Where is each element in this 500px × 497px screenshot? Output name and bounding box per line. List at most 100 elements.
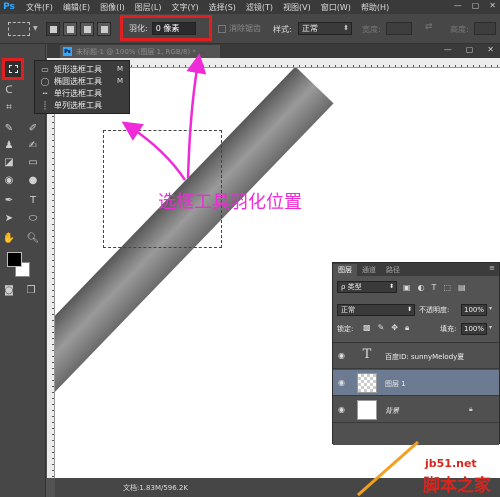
document-tab[interactable]: Ps 未标题-1 @ 100% (图层 1, RGB/8) * bbox=[60, 45, 220, 58]
minimize-icon[interactable]: — bbox=[454, 1, 462, 10]
filter-adjust-icon[interactable]: ◐ bbox=[418, 283, 425, 292]
layer-thumbnail bbox=[357, 373, 377, 393]
chevron-down-icon[interactable]: ▾ bbox=[489, 324, 492, 331]
tab-paths[interactable]: 路径 bbox=[381, 264, 405, 276]
document-tab-bar: Ps 未标题-1 @ 100% (图层 1, RGB/8) * — ▢ ✕ bbox=[47, 44, 500, 58]
eye-icon[interactable]: ◉ bbox=[338, 351, 348, 361]
maximize-icon[interactable]: ▢ bbox=[472, 1, 480, 10]
layer-row-layer1[interactable]: ◉ 图层 1 bbox=[333, 370, 499, 396]
lock-icon: 🔒︎ bbox=[469, 405, 473, 413]
width-input[interactable] bbox=[386, 22, 412, 35]
antialias-checkbox[interactable]: 消除锯齿 bbox=[218, 23, 261, 34]
layer-row-background[interactable]: ◉ 背景 🔒︎ bbox=[333, 397, 499, 423]
doc-minimize-icon[interactable]: — bbox=[444, 45, 452, 54]
filter-smart-icon[interactable]: ▤ bbox=[458, 283, 466, 292]
opacity-input[interactable]: 100% bbox=[461, 304, 487, 316]
new-selection-button[interactable] bbox=[45, 21, 60, 36]
menu-layer[interactable]: 图层(L) bbox=[135, 2, 162, 13]
flyout-item-single-column[interactable]: ┊ 单列选框工具 bbox=[35, 99, 131, 111]
zoom-icon[interactable]: 🔍︎ bbox=[26, 232, 40, 245]
ruler-vertical[interactable] bbox=[47, 68, 55, 478]
document-size-status[interactable]: 文档:1.83M/596.2K bbox=[123, 483, 188, 493]
subtract-selection-button[interactable] bbox=[79, 21, 94, 36]
menu-window[interactable]: 窗口(W) bbox=[321, 2, 351, 13]
flyout-item-single-row[interactable]: ┅ 单行选框工具 bbox=[35, 87, 131, 99]
swap-icon[interactable]: ⇄ bbox=[425, 22, 433, 32]
eraser-icon[interactable]: ◪ bbox=[2, 156, 16, 169]
flyout-item-rect-marquee[interactable]: ▭ 矩形选框工具 M bbox=[35, 63, 131, 75]
menu-type[interactable]: 文字(Y) bbox=[171, 2, 198, 13]
intersect-selection-button[interactable] bbox=[96, 21, 111, 36]
history-brush-icon[interactable]: ✍ bbox=[26, 139, 40, 152]
layer-name: 背景 bbox=[385, 407, 399, 415]
chevron-down-icon[interactable]: ▼ bbox=[33, 25, 38, 32]
antialias-label: 消除锯齿 bbox=[229, 24, 261, 33]
menu-view[interactable]: 视图(V) bbox=[283, 2, 311, 13]
blur-icon[interactable]: ◉ bbox=[2, 174, 16, 187]
flyout-item-label: 椭圆选框工具 bbox=[54, 76, 102, 86]
quick-mask-icon[interactable]: ◙ bbox=[2, 284, 16, 297]
lock-transparent-icon[interactable]: ▩ bbox=[363, 323, 371, 333]
lasso-icon[interactable]: ᑕ bbox=[2, 84, 16, 97]
flyout-item-label: 单列选框工具 bbox=[54, 100, 102, 110]
layer-name: 图层 1 bbox=[385, 380, 406, 388]
fill-input[interactable]: 100% bbox=[461, 323, 487, 335]
lock-paint-icon[interactable]: ✎ bbox=[378, 323, 385, 333]
layers-panel: 图层 通道 路径 ≡ ρ 类型 ▣ ◐ T ⬚ ▤ 正常 不透明度: 100% … bbox=[332, 262, 500, 445]
stamp-icon[interactable]: ♟ bbox=[2, 139, 16, 152]
dodge-icon[interactable]: ● bbox=[26, 174, 40, 187]
add-selection-button[interactable] bbox=[62, 21, 77, 36]
close-icon[interactable]: ✕ bbox=[489, 1, 496, 10]
hand-icon[interactable]: ✋ bbox=[2, 232, 16, 245]
layer-thumbnail bbox=[357, 400, 377, 420]
path-select-icon[interactable]: ➤ bbox=[2, 212, 16, 225]
menu-help[interactable]: 帮助(H) bbox=[361, 2, 389, 13]
layer-name: 百度ID: sunnyMelody夏 bbox=[385, 353, 465, 361]
layer-kind-select[interactable]: ρ 类型 bbox=[337, 281, 397, 293]
document-icon: Ps bbox=[63, 47, 72, 56]
flyout-item-ellipse-marquee[interactable]: ◯ 椭圆选框工具 M bbox=[35, 75, 131, 87]
lock-move-icon[interactable]: ✥ bbox=[391, 323, 398, 333]
marquee-tool[interactable] bbox=[2, 58, 24, 80]
layers-list: ◉ T 百度ID: sunnyMelody夏 ◉ 图层 1 ◉ 背景 🔒︎ bbox=[333, 342, 499, 445]
eye-icon[interactable]: ◉ bbox=[338, 405, 348, 415]
foreground-color[interactable] bbox=[7, 252, 22, 267]
blend-mode-select[interactable]: 正常 bbox=[337, 304, 415, 316]
new-selection-icon bbox=[49, 25, 57, 33]
feather-highlight-box: 羽化: 0 像素 bbox=[120, 15, 212, 41]
menu-filter[interactable]: 滤镜(T) bbox=[246, 2, 273, 13]
watermark-slash bbox=[357, 440, 419, 497]
tab-channels[interactable]: 通道 bbox=[357, 264, 381, 276]
screen-mode-icon[interactable]: ❐ bbox=[24, 284, 38, 297]
feather-input[interactable]: 0 像素 bbox=[151, 21, 196, 35]
layer-row-text[interactable]: ◉ T 百度ID: sunnyMelody夏 bbox=[333, 343, 499, 369]
height-input[interactable] bbox=[474, 22, 496, 35]
menu-select[interactable]: 选择(S) bbox=[209, 2, 236, 13]
filter-icons: ▣ ◐ T ⬚ ▤ bbox=[403, 283, 466, 292]
gradient-icon[interactable]: ▭ bbox=[26, 156, 40, 169]
lock-all-icon[interactable]: 🔒︎ bbox=[405, 323, 409, 333]
pen-icon[interactable]: ✒ bbox=[2, 194, 16, 207]
doc-maximize-icon[interactable]: ▢ bbox=[466, 45, 474, 54]
crop-icon[interactable]: ⌗ bbox=[2, 101, 16, 114]
menu-edit[interactable]: 编辑(E) bbox=[63, 2, 90, 13]
style-select[interactable]: 正常 bbox=[298, 22, 352, 35]
eye-icon[interactable]: ◉ bbox=[338, 378, 348, 388]
filter-pixel-icon[interactable]: ▣ bbox=[403, 283, 411, 292]
shape-icon[interactable]: ⬭ bbox=[26, 212, 40, 225]
app-window-controls: — ▢ ✕ bbox=[454, 1, 496, 10]
text-tool-icon[interactable]: T bbox=[26, 194, 40, 207]
chevron-down-icon[interactable]: ▾ bbox=[489, 305, 492, 312]
eyedropper-icon[interactable]: ✎ bbox=[2, 122, 16, 135]
menu-image[interactable]: 图像(I) bbox=[100, 2, 125, 13]
flyout-item-shortcut: M bbox=[116, 77, 123, 85]
panel-menu-icon[interactable]: ≡ bbox=[489, 264, 495, 272]
options-bar: ▼ 羽化: 0 像素 消除锯齿 样式: 正常 宽度: ⇄ 高度: bbox=[0, 14, 500, 44]
doc-close-icon[interactable]: ✕ bbox=[487, 45, 494, 54]
filter-text-icon[interactable]: T bbox=[432, 283, 437, 292]
tool-preset-picker[interactable] bbox=[8, 21, 30, 36]
filter-shape-icon[interactable]: ⬚ bbox=[443, 283, 451, 292]
menu-file[interactable]: 文件(F) bbox=[26, 2, 53, 13]
brush-icon[interactable]: ✐ bbox=[26, 122, 40, 135]
tab-layers[interactable]: 图层 bbox=[333, 264, 357, 276]
